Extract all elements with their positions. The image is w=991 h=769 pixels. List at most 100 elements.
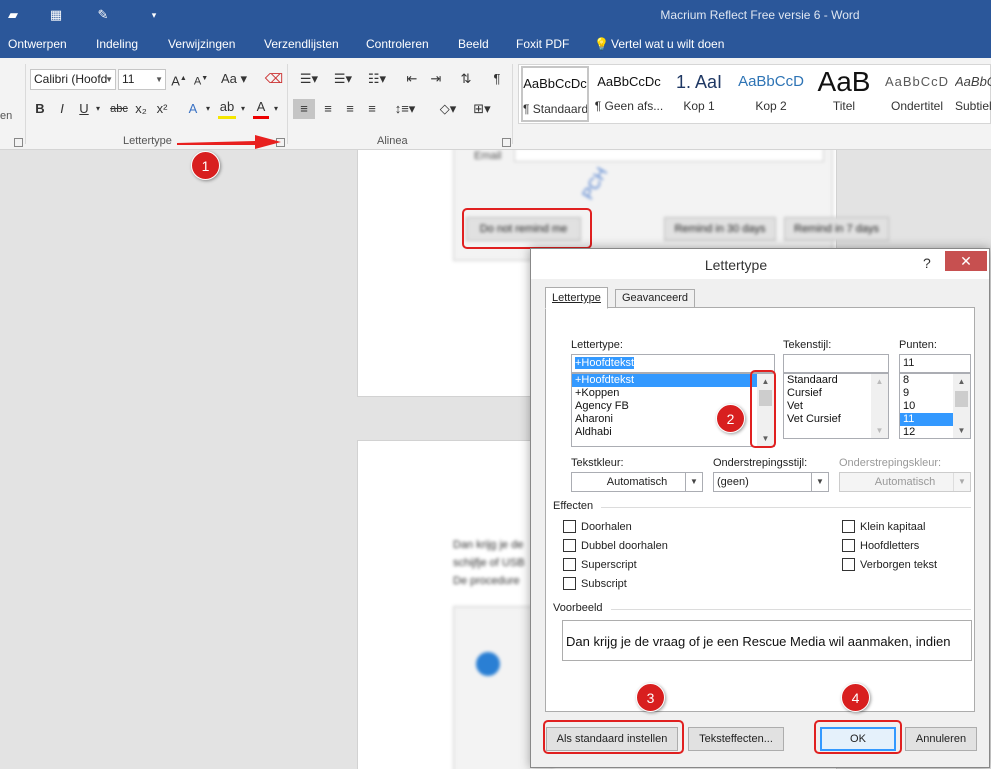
style-standaard[interactable]: AaBbCcDc ¶ Standaard [521, 66, 589, 122]
scroll-thumb[interactable] [955, 391, 968, 407]
tab-beeld[interactable]: Beeld [458, 37, 489, 51]
checkbox-double-strikethrough[interactable]: Dubbel doorhalen [563, 539, 668, 553]
table-icon[interactable]: ▦ [47, 7, 65, 23]
checkbox-hidden[interactable]: Verborgen tekst [842, 558, 937, 572]
increase-indent-icon[interactable]: ⇥ [426, 69, 446, 89]
underline-button[interactable]: U [77, 99, 91, 119]
open-folder-icon[interactable]: ▰ [4, 7, 22, 23]
subscript-button[interactable]: x₂ [133, 99, 149, 119]
list-item[interactable]: +Koppen [572, 387, 774, 400]
cancel-button[interactable]: Annuleren [905, 727, 977, 751]
tab-verzendlijsten[interactable]: Verzendlijsten [264, 37, 339, 51]
tab-geavanceerd[interactable]: Geavanceerd [615, 289, 696, 308]
style-subtiel[interactable]: AaBbCcD Subtiel [955, 65, 991, 123]
borders-icon[interactable]: ⊞▾ [470, 99, 494, 119]
shrink-font-icon[interactable]: A▼ [193, 69, 209, 89]
chevron-down-icon[interactable]: ▾ [203, 99, 213, 119]
tab-controleren[interactable]: Controleren [366, 37, 429, 51]
scroll-up-icon[interactable]: ▲ [953, 374, 970, 389]
font-style-list[interactable]: Standaard Cursief Vet Vet Cursief ▲ ▼ [783, 373, 889, 439]
tab-ontwerpen[interactable]: Ontwerpen [8, 37, 67, 51]
clear-formatting-icon[interactable]: ⌫ [264, 69, 284, 89]
step-badge-3: 3 [636, 683, 665, 712]
ribbon-home: en Calibri (Hoofd ▼ 11 ▼ A▲ A▼ Aa ▾ ⌫ B I … [0, 58, 991, 150]
font-color-dropdown[interactable]: Automatisch ▼ [571, 472, 703, 492]
scroll-up-icon[interactable]: ▲ [871, 374, 888, 389]
tab-foxit-pdf[interactable]: Foxit PDF [516, 37, 569, 51]
edit-document-icon[interactable]: ✎ [94, 7, 112, 23]
checkbox-box[interactable] [842, 558, 855, 571]
help-button[interactable]: ? [923, 255, 931, 271]
checkbox-box[interactable] [842, 520, 855, 533]
checkbox-box[interactable] [563, 539, 576, 552]
font-size-list[interactable]: 8 9 10 11 12 ▲ ▼ [899, 373, 971, 439]
show-formatting-icon[interactable]: ¶ [488, 69, 506, 89]
font-size-input[interactable]: 11 [899, 354, 971, 373]
highlight-icon[interactable]: ab [218, 99, 236, 119]
checkbox-box[interactable] [563, 520, 576, 533]
checkbox-superscript[interactable]: Superscript [563, 558, 637, 572]
align-right-icon[interactable]: ≡ [340, 99, 360, 119]
email-field [514, 150, 824, 162]
font-name-list[interactable]: +Hoofdtekst +Koppen Agency FB Aharoni Al… [571, 373, 775, 447]
chevron-down-icon[interactable]: ▾ [238, 99, 248, 119]
align-center-icon[interactable]: ≡ [318, 99, 338, 119]
text-effects-icon[interactable]: A [185, 99, 201, 119]
close-button[interactable]: ✕ [945, 251, 987, 271]
line-spacing-icon[interactable]: ↕≡▾ [392, 99, 418, 119]
shading-icon[interactable]: ◇▾ [436, 99, 460, 119]
checkbox-box[interactable] [563, 558, 576, 571]
list-item[interactable]: Agency FB [572, 400, 774, 413]
checkbox-box[interactable] [563, 577, 576, 590]
font-color-icon[interactable]: A [253, 99, 269, 119]
text-effects-button[interactable]: Teksteffecten... [688, 727, 784, 751]
superscript-button[interactable]: x² [154, 99, 170, 119]
strikethrough-button[interactable]: abc [108, 99, 130, 119]
tab-indeling[interactable]: Indeling [96, 37, 138, 51]
sort-icon[interactable]: ⇅ [456, 69, 476, 89]
underline-style-dropdown[interactable]: (geen) ▼ [713, 472, 829, 492]
multilevel-list-icon[interactable]: ☷▾ [364, 69, 390, 89]
chevron-down-icon[interactable]: ▾ [93, 99, 103, 119]
decrease-indent-icon[interactable]: ⇤ [402, 69, 422, 89]
underline-color-dropdown: Automatisch ▼ [839, 472, 971, 492]
grow-font-icon[interactable]: A▲ [171, 69, 187, 89]
font-name-input[interactable]: +Hoofdtekst [571, 354, 775, 373]
checkbox-strikethrough[interactable]: Doorhalen [563, 520, 632, 534]
style-kop-1[interactable]: 1. AaI Kop 1 [667, 65, 731, 123]
change-case-icon[interactable]: Aa ▾ [220, 69, 248, 89]
style-geen-afstand[interactable]: AaBbCcDc ¶ Geen afs... [593, 65, 665, 123]
tell-me-search[interactable]: Vertel wat u wilt doen [611, 37, 724, 51]
style-ondertitel[interactable]: AaBbCcD Ondertitel [881, 65, 953, 123]
checkbox-subscript[interactable]: Subscript [563, 577, 627, 591]
italic-button[interactable]: I [55, 99, 69, 119]
document-paragraph: Dan krijg je de schijfje of USB De proce… [453, 536, 525, 590]
chevron-down-icon[interactable]: ▾ [271, 99, 281, 119]
tab-lettertype[interactable]: Lettertype [545, 287, 608, 309]
style-list-scrollbar[interactable]: ▲ ▼ [871, 374, 888, 438]
paragraph-launcher-icon[interactable] [502, 138, 511, 147]
font-name-combo[interactable]: Calibri (Hoofd ▼ [30, 69, 116, 90]
justify-icon[interactable]: ≡ [362, 99, 382, 119]
align-left-icon[interactable]: ≡ [293, 99, 315, 119]
list-item[interactable]: +Hoofdtekst [572, 374, 774, 387]
tab-verwijzingen[interactable]: Verwijzingen [168, 37, 235, 51]
bullets-icon[interactable]: ☰▾ [296, 69, 322, 89]
clipboard-launcher-icon[interactable] [14, 138, 23, 147]
font-style-input[interactable] [783, 354, 889, 373]
bold-button[interactable]: B [33, 99, 47, 119]
style-preview: AaBbCcD [884, 74, 950, 89]
checkbox-all-caps[interactable]: Hoofdletters [842, 539, 919, 553]
font-size-combo[interactable]: 11 ▼ [118, 69, 166, 90]
list-item[interactable]: Aldhabi [572, 426, 774, 439]
scroll-down-icon[interactable]: ▼ [953, 423, 970, 438]
numbering-icon[interactable]: ☰▾ [330, 69, 356, 89]
size-list-scrollbar[interactable]: ▲ ▼ [953, 374, 970, 438]
scroll-down-icon[interactable]: ▼ [871, 423, 888, 438]
style-titel[interactable]: AaB Titel [809, 65, 879, 123]
checkbox-small-caps[interactable]: Klein kapitaal [842, 520, 925, 534]
style-kop-2[interactable]: AaBbCcD Kop 2 [735, 65, 807, 123]
customize-dropdown-icon[interactable]: ▾ [145, 7, 163, 23]
checkbox-box[interactable] [842, 539, 855, 552]
dialog-title: Lettertype [704, 257, 768, 273]
